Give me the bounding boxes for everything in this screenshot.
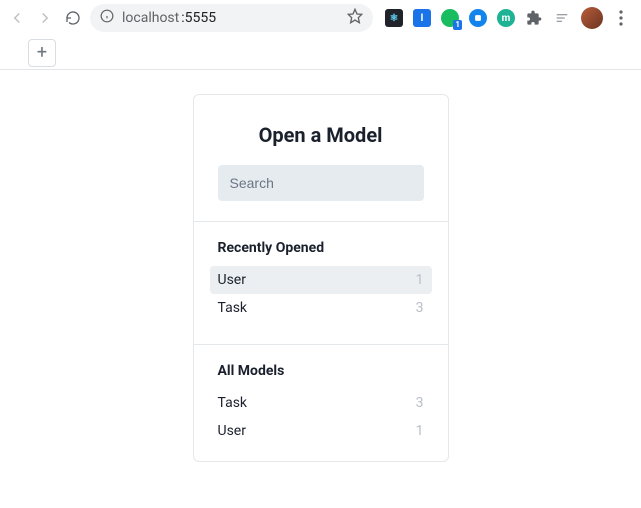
nav-icons [8, 9, 82, 27]
page-content: Open a Model Recently Opened User1Task3 … [0, 70, 641, 462]
panel-title: Open a Model [218, 123, 424, 147]
tab-strip: + [0, 36, 641, 70]
back-button[interactable] [8, 9, 26, 27]
list-item-count: 1 [416, 423, 424, 439]
forward-button[interactable] [36, 9, 54, 27]
list-item-name: User [218, 423, 246, 439]
section-title-recent: Recently Opened [218, 240, 424, 256]
recently-opened-section: Recently Opened User 1 Task 3 [194, 221, 448, 344]
url-host: localhost [122, 10, 179, 26]
react-devtools-icon[interactable]: ⚛ [385, 9, 403, 27]
browser-toolbar: localhost :5555 ⚛ I 1 m [0, 0, 641, 36]
address-bar[interactable]: localhost :5555 [90, 4, 373, 32]
open-model-panel: Open a Model Recently Opened User1Task3 … [193, 94, 449, 462]
section-title-all: All Models [218, 363, 424, 379]
list-item-name: Task [218, 395, 248, 411]
extension-icons: ⚛ I 1 m [381, 7, 633, 29]
list-item[interactable]: User 1 [210, 417, 432, 445]
list-item[interactable]: Task 3 [210, 389, 432, 417]
list-item-count: 1 [416, 272, 424, 288]
search-field-wrap[interactable] [218, 165, 424, 201]
site-info-icon[interactable] [100, 9, 114, 27]
chrome-menu-icon[interactable] [613, 9, 629, 27]
reload-button[interactable] [64, 9, 82, 27]
search-input[interactable] [230, 175, 412, 191]
reading-list-icon[interactable] [553, 9, 571, 27]
list-item-count: 3 [416, 300, 424, 316]
url-port: :5555 [181, 10, 216, 26]
extension-green-icon[interactable]: 1 [441, 9, 459, 27]
profile-avatar[interactable] [581, 7, 603, 29]
extension-badge: 1 [453, 20, 462, 30]
list-item-name: User [218, 272, 246, 288]
list-item[interactable]: User 1 [210, 266, 432, 294]
list-item-count: 3 [416, 395, 424, 411]
list-item-name: Task [218, 300, 248, 316]
extension-pocket-icon[interactable] [469, 9, 487, 27]
add-tab-button[interactable]: + [28, 39, 56, 67]
list-item[interactable]: Task 3 [210, 294, 432, 322]
bookmark-star-icon[interactable] [347, 8, 363, 28]
recent-list: User 1 Task 3 [218, 266, 424, 322]
extension-blue-icon[interactable]: I [413, 9, 431, 27]
all-models-section: All Models Task 3 User 1 [194, 344, 448, 461]
panel-head: Open a Model [194, 95, 448, 221]
extension-m-icon[interactable]: m [497, 9, 515, 27]
all-list: Task 3 User 1 [218, 389, 424, 445]
extensions-menu-icon[interactable] [525, 9, 543, 27]
